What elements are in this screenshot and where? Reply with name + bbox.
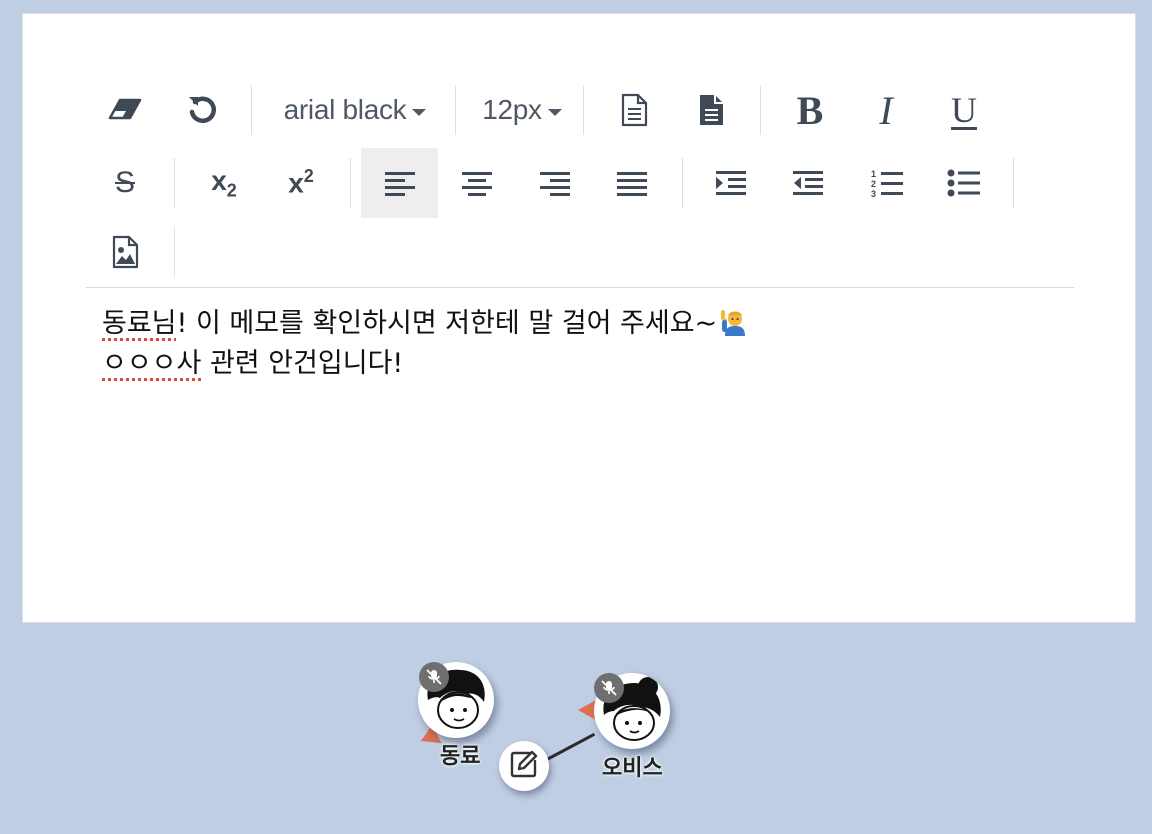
undo-icon bbox=[186, 93, 220, 127]
memo-line-2: ㅇㅇㅇ사 관련 안건입니다! bbox=[102, 344, 1062, 384]
italic-button[interactable]: I bbox=[861, 75, 911, 145]
eraser-icon bbox=[108, 98, 142, 122]
strikethrough-button[interactable]: S bbox=[100, 148, 150, 218]
document-outline-button[interactable] bbox=[609, 75, 659, 145]
strikethrough-icon: S bbox=[114, 166, 135, 199]
document-outline-icon bbox=[620, 93, 648, 127]
connection-line bbox=[544, 732, 596, 762]
chevron-down-icon bbox=[412, 108, 427, 116]
bold-button[interactable]: B bbox=[785, 75, 835, 145]
memo-text: 관련 안건입니다! bbox=[201, 348, 404, 379]
chevron-down-icon bbox=[547, 108, 562, 116]
misspelled-word: 동료님 bbox=[102, 308, 177, 339]
toolbar-separator bbox=[1013, 158, 1014, 208]
subscript-icon: x2 bbox=[211, 164, 237, 201]
align-right-button[interactable] bbox=[530, 148, 580, 218]
memo-line-1: 동료님! 이 메모를 확인하시면 저한테 말 걸어 주세요~ bbox=[102, 304, 1062, 344]
superscript-button[interactable]: x2 bbox=[276, 148, 326, 218]
toolbar-separator bbox=[583, 85, 584, 135]
outdent-icon bbox=[792, 170, 824, 196]
participant-name: 오비스 bbox=[602, 756, 663, 781]
align-center-button[interactable] bbox=[452, 148, 502, 218]
align-justify-icon bbox=[616, 170, 648, 196]
font-family-dropdown[interactable]: arial black bbox=[271, 75, 439, 145]
editor-toolbar: arial black 12px B I U S x2 x2 1 2 3 bbox=[86, 75, 1074, 288]
svg-text:2: 2 bbox=[871, 179, 876, 189]
image-icon bbox=[111, 235, 139, 269]
underline-button[interactable]: U bbox=[939, 75, 989, 145]
underline-icon: U bbox=[951, 90, 977, 130]
unordered-list-button[interactable] bbox=[939, 148, 989, 218]
svg-text:3: 3 bbox=[871, 189, 876, 198]
toolbar-separator bbox=[760, 85, 761, 135]
font-family-label: arial black bbox=[283, 94, 407, 125]
toolbar-row-2: S x2 x2 1 2 3 bbox=[86, 148, 1074, 218]
mic-muted-icon bbox=[419, 662, 449, 692]
indent-icon bbox=[715, 170, 747, 196]
align-justify-button[interactable] bbox=[607, 148, 657, 218]
toolbar-separator bbox=[682, 158, 683, 208]
align-right-icon bbox=[539, 170, 571, 196]
toolbar-separator bbox=[251, 85, 252, 135]
toolbar-row-1: arial black 12px B I U bbox=[86, 75, 1074, 145]
font-size-dropdown[interactable]: 12px bbox=[476, 75, 568, 145]
insert-image-button[interactable] bbox=[100, 217, 150, 287]
edit-icon bbox=[509, 749, 539, 783]
toolbar-separator bbox=[174, 158, 175, 208]
eraser-button[interactable] bbox=[100, 75, 150, 145]
align-center-icon bbox=[461, 170, 493, 196]
toolbar-row-3 bbox=[86, 217, 1074, 287]
document-filled-button[interactable] bbox=[686, 75, 736, 145]
superscript-icon: x2 bbox=[288, 166, 314, 199]
raising-hand-emoji-icon bbox=[719, 308, 747, 336]
ordered-list-button[interactable]: 1 2 3 bbox=[862, 148, 912, 218]
italic-icon: I bbox=[879, 87, 893, 133]
participant-name: 동료 bbox=[440, 744, 481, 769]
subscript-button[interactable]: x2 bbox=[199, 148, 249, 218]
outdent-button[interactable] bbox=[783, 148, 833, 218]
indent-button[interactable] bbox=[706, 148, 756, 218]
misspelled-word: ㅇㅇㅇ사 bbox=[102, 348, 202, 379]
ordered-list-icon: 1 2 3 bbox=[870, 168, 904, 198]
align-left-button[interactable] bbox=[361, 148, 438, 218]
toolbar-separator bbox=[455, 85, 456, 135]
edit-memo-button[interactable] bbox=[499, 741, 549, 791]
mic-muted-icon bbox=[594, 673, 624, 703]
toolbar-separator bbox=[350, 158, 351, 208]
align-left-icon bbox=[384, 170, 416, 196]
bold-icon: B bbox=[796, 87, 824, 133]
document-filled-icon bbox=[697, 93, 725, 127]
unordered-list-icon bbox=[947, 169, 981, 197]
toolbar-separator bbox=[174, 227, 175, 277]
memo-content[interactable]: 동료님! 이 메모를 확인하시면 저한테 말 걸어 주세요~ ㅇㅇㅇ사 관련 안… bbox=[102, 304, 1062, 384]
font-size-label: 12px bbox=[482, 94, 542, 125]
svg-text:1: 1 bbox=[871, 169, 876, 179]
memo-text: ! 이 메모를 확인하시면 저한테 말 걸어 주세요~ bbox=[176, 308, 718, 339]
undo-button[interactable] bbox=[178, 75, 228, 145]
